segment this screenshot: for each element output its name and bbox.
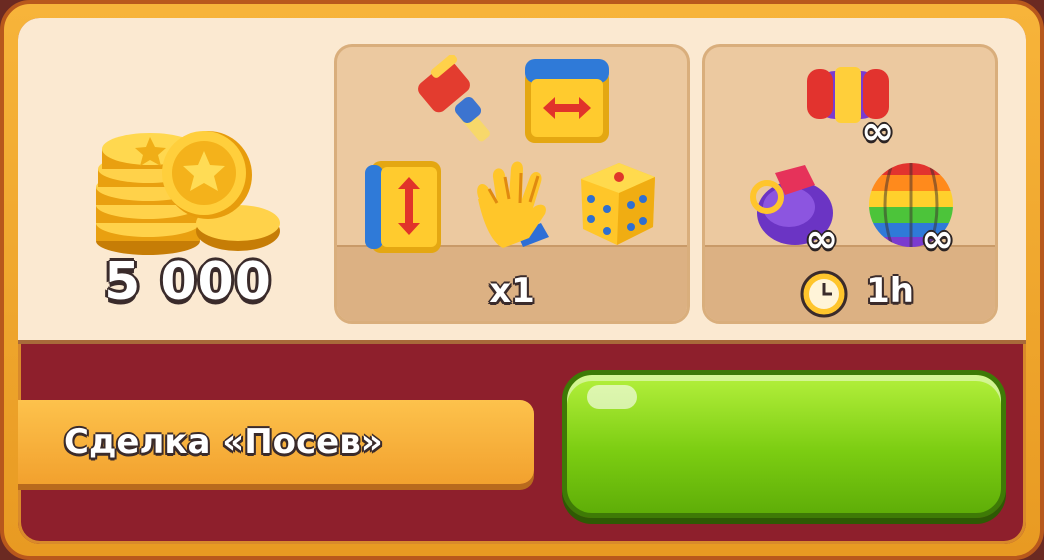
gold-coins-stack-icon (96, 131, 280, 255)
bomb-infinity-label: ∞ (805, 216, 839, 262)
offer-title: Сделка «Посев» (64, 422, 383, 462)
offer-contents: 5 000 x1 ∞ ∞ ∞ 1h (18, 18, 1026, 344)
vertical-arrows-block-icon (365, 161, 441, 253)
offer-title-ribbon: Сделка «Посев» (18, 400, 534, 484)
offer-panel: 5 000 x1 ∞ ∞ ∞ 1h Сделка «Посев» (18, 18, 1026, 544)
glove-icon (477, 161, 549, 248)
rocket-infinity-label: ∞ (861, 108, 895, 154)
unlimited-boosters-box: ∞ ∞ ∞ 1h (702, 44, 998, 324)
coins-amount: 5 000 (103, 251, 272, 313)
unlimited-duration: 1h (866, 271, 914, 311)
hammer-icon (418, 55, 490, 142)
buy-button[interactable] (562, 370, 1006, 518)
ball-infinity-label: ∞ (921, 216, 955, 262)
button-shine (587, 385, 637, 409)
boosters-quantity: x1 (489, 271, 535, 311)
offer-frame: 5 000 x1 ∞ ∞ ∞ 1h Сделка «Посев» (0, 0, 1044, 560)
horizontal-arrows-block-icon (525, 59, 609, 143)
boosters-box: x1 (334, 44, 690, 324)
dice-icon (581, 163, 655, 245)
